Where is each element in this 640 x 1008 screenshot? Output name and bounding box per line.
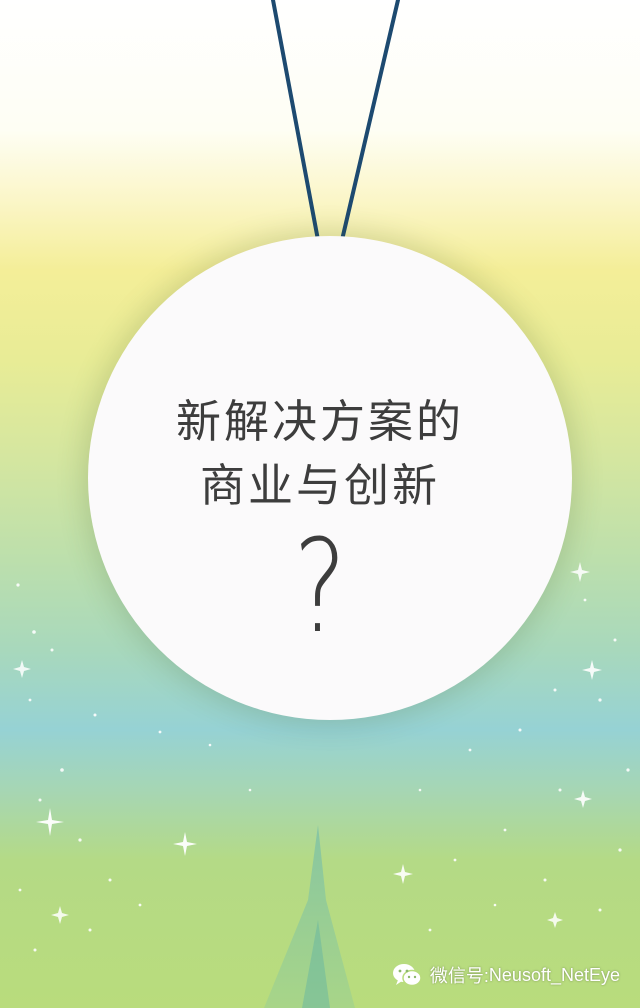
headline-line-2: 商业与创新 (199, 459, 440, 512)
poster: 新解决方案的 商业与创新 ? 微信号: Neusoft_NetEye (0, 0, 640, 1008)
question-mark: ? (293, 513, 347, 662)
watermark-label: 微信号: (429, 966, 489, 986)
wechat-watermark: 微信号: Neusoft_NetEye (392, 960, 620, 990)
headline-line-1: 新解决方案的 (175, 395, 464, 448)
watermark-account: Neusoft_NetEye (488, 964, 620, 985)
wechat-icon (392, 964, 422, 987)
